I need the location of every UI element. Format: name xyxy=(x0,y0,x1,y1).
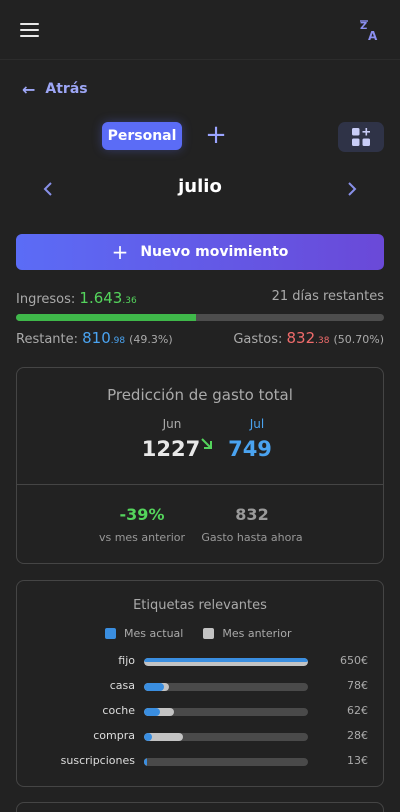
tag-value: 650€ xyxy=(340,654,368,667)
spent-value: 832 xyxy=(235,505,269,524)
balance-row: Restante: 810.98 (49.3%) Gastos: 832.38 (5… xyxy=(16,329,384,347)
tag-label: casa xyxy=(109,679,135,692)
chevron-right-icon xyxy=(348,182,357,196)
prediction-card: Predicción de gasto total Jun Jul 1227 7… xyxy=(16,367,384,564)
income-value: 1.643 xyxy=(79,289,123,307)
tag-value: 13€ xyxy=(347,754,368,767)
tag-bar-track xyxy=(144,733,308,741)
legend-previous-label: Mes anterior xyxy=(222,627,292,640)
next-card xyxy=(16,802,384,812)
legend-current-swatch xyxy=(105,628,116,639)
remaining-label: Restante: xyxy=(16,332,78,347)
expenses-value: 832 xyxy=(286,329,316,347)
income-label: Ingresos: xyxy=(16,292,76,307)
tag-bar-current xyxy=(144,658,308,662)
legend-previous: Mes anterior xyxy=(203,627,291,640)
chevron-left-icon xyxy=(43,182,52,196)
tag-row: casa 78€ xyxy=(17,678,385,696)
legend-previous-swatch xyxy=(203,628,215,639)
plus-icon: + xyxy=(111,240,129,264)
change-value: -39% xyxy=(119,505,165,524)
svg-text:A: A xyxy=(368,29,378,42)
new-movement-button[interactable]: + Nuevo movimiento xyxy=(16,234,384,270)
expenses-label: Gastos: xyxy=(233,332,283,347)
divider xyxy=(17,484,383,485)
remaining-summary: Restante: 810.98 (49.3%) xyxy=(16,329,173,347)
tab-personal[interactable]: Personal xyxy=(102,122,182,150)
back-label: Atrás xyxy=(45,81,88,97)
tag-row: fijo 650€ xyxy=(17,653,385,671)
prev-month-label: Jun xyxy=(162,417,182,431)
tags-card: Etiquetas relevantes Mes actual Mes ante… xyxy=(16,580,384,787)
tags-title: Etiquetas relevantes xyxy=(133,598,267,613)
top-bar xyxy=(0,0,400,60)
spent-label: Gasto hasta ahora xyxy=(201,531,303,544)
cur-month-label: Jul xyxy=(249,417,265,431)
income-decimals: .36 xyxy=(122,296,137,306)
tag-bar-track xyxy=(144,708,308,716)
income-row: Ingresos: 1.643.36 21 días restantes xyxy=(16,289,384,307)
remaining-decimals: .98 xyxy=(110,336,126,346)
tag-label: fijo xyxy=(118,654,135,667)
legend-current-label: Mes actual xyxy=(124,627,184,640)
translate-icon[interactable]: Z A xyxy=(358,18,382,43)
remaining-value: 810 xyxy=(82,329,111,347)
tag-value: 28€ xyxy=(347,729,368,742)
prediction-title: Predicción de gasto total xyxy=(107,386,293,404)
budget-progress-fill xyxy=(16,314,197,321)
tag-label: coche xyxy=(102,704,135,717)
tag-bar-current xyxy=(144,758,148,766)
tag-label: suscripciones xyxy=(60,754,135,767)
new-movement-label: Nuevo movimiento xyxy=(140,244,289,260)
menu-icon[interactable] xyxy=(20,22,39,38)
tag-row: suscripciones 13€ xyxy=(17,753,385,771)
tags-legend: Mes actual Mes anterior xyxy=(105,627,291,640)
tag-value: 62€ xyxy=(347,704,368,717)
tag-row: coche 62€ xyxy=(17,703,385,721)
tag-bar-track xyxy=(144,658,308,666)
legend-current: Mes actual xyxy=(105,627,183,640)
back-link[interactable]: ← Atrás xyxy=(22,79,88,99)
tag-bar-current xyxy=(144,683,164,691)
budget-progress-bar xyxy=(16,314,384,321)
tag-row: compra 28€ xyxy=(17,728,385,746)
tag-value: 78€ xyxy=(347,679,368,692)
cur-month-value: 749 xyxy=(228,437,272,461)
tag-label: compra xyxy=(93,729,135,742)
svg-text:Z: Z xyxy=(360,21,367,32)
prev-month-button[interactable] xyxy=(38,178,58,200)
income-summary: Ingresos: 1.643.36 xyxy=(16,289,137,307)
tag-bar-current xyxy=(144,708,161,716)
add-tab-icon[interactable]: + xyxy=(205,122,227,148)
remaining-percent: (49.3%) xyxy=(129,333,173,346)
add-widget-button[interactable] xyxy=(338,122,384,152)
expenses-summary: Gastos: 832.38 (50.70%) xyxy=(233,329,384,347)
arrow-left-icon: ← xyxy=(22,79,36,99)
tag-bar-track xyxy=(144,683,308,691)
tag-bar-track xyxy=(144,758,308,766)
grid-plus-icon xyxy=(352,128,370,146)
expenses-decimals: .38 xyxy=(315,336,330,346)
expenses-percent: (50.70%) xyxy=(333,333,384,346)
month-title: julio xyxy=(178,176,222,197)
days-left: 21 días restantes xyxy=(271,289,384,304)
next-month-button[interactable] xyxy=(342,178,362,200)
